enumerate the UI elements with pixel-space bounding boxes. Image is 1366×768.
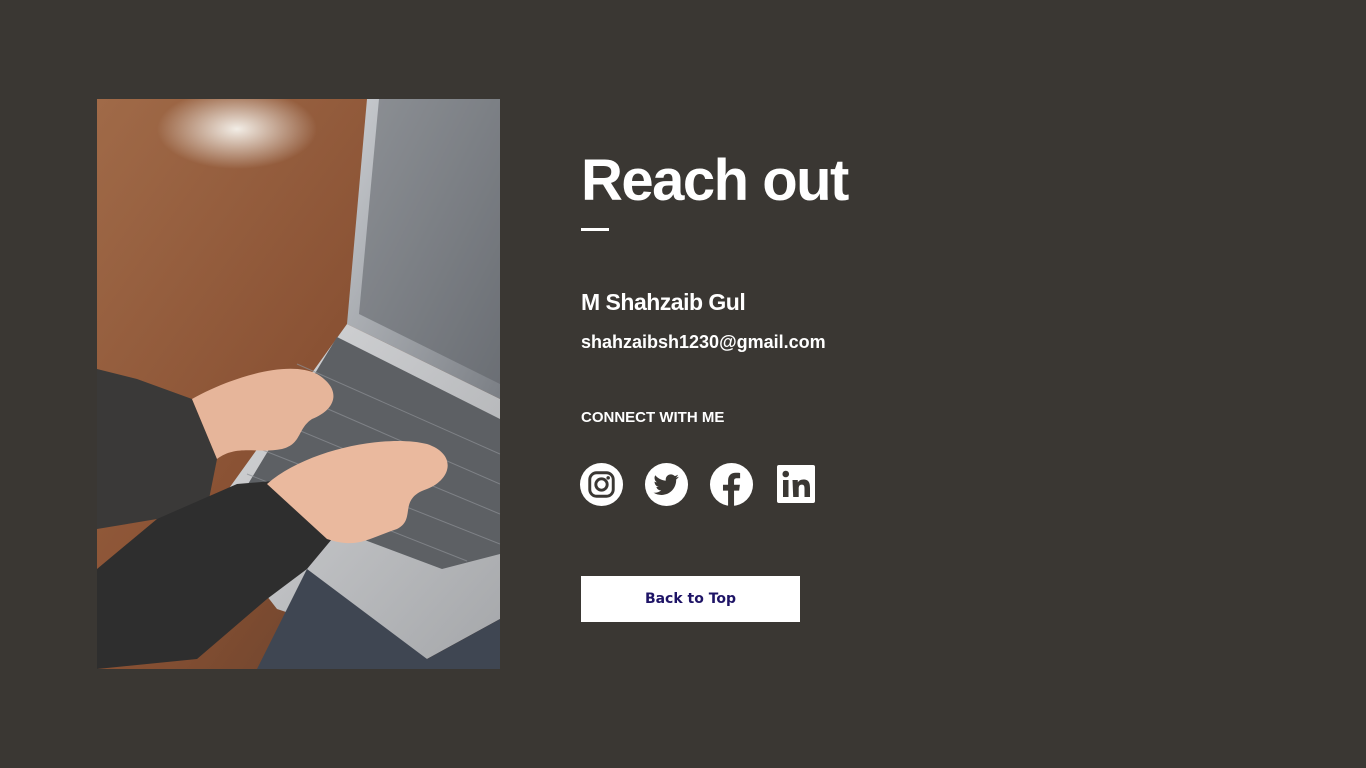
back-to-top-button[interactable]: Back to Top bbox=[581, 576, 800, 622]
social-links bbox=[578, 461, 819, 507]
contact-email: shahzaibsh1230@gmail.com bbox=[581, 332, 826, 352]
linkedin-icon bbox=[777, 465, 815, 503]
title-divider bbox=[581, 228, 609, 231]
instagram-icon bbox=[579, 462, 623, 506]
page-title: Reach out bbox=[581, 148, 849, 213]
facebook-link[interactable] bbox=[708, 461, 754, 507]
instagram-link[interactable] bbox=[578, 461, 624, 507]
connect-heading: CONNECT WITH ME bbox=[581, 409, 725, 426]
contact-section: Reach out M Shahzaib Gul shahzaibsh1230@… bbox=[579, 148, 1181, 622]
linkedin-link[interactable] bbox=[773, 461, 819, 507]
facebook-icon bbox=[709, 462, 753, 507]
twitter-icon bbox=[644, 462, 688, 506]
twitter-link[interactable] bbox=[643, 461, 689, 507]
laptop-typing-photo bbox=[97, 99, 500, 669]
contact-name: M Shahzaib Gul bbox=[581, 289, 746, 315]
